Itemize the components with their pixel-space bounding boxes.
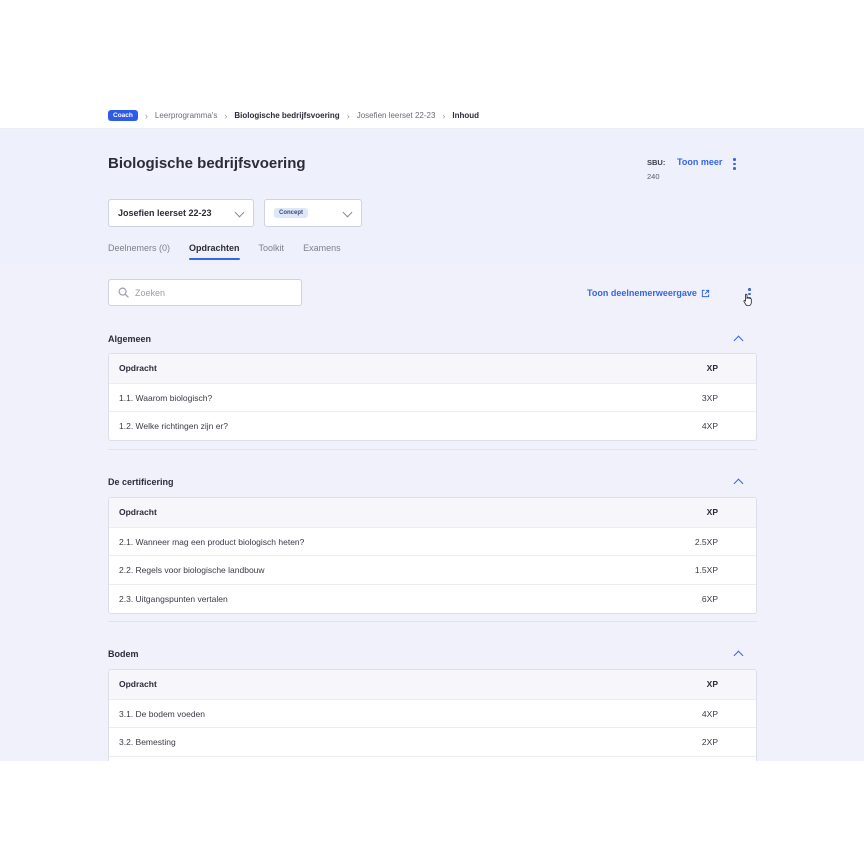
chevron-up-icon[interactable] — [733, 335, 744, 346]
table-row[interactable]: 1.2. Welke richtingen zijn er? 4XP — [109, 411, 756, 440]
tab-examens[interactable]: Examens — [303, 243, 341, 259]
app-frame: Coach › Leerprogramma's › Biologische be… — [0, 103, 864, 761]
section-title-algemeen: Algemeen — [108, 334, 152, 344]
page-header: Biologische bedrijfsvoering SBU: 240 Too… — [0, 129, 864, 265]
set-select[interactable]: Josefien leerset 22-23 — [108, 199, 254, 227]
chevron-right-icon: › — [442, 110, 446, 121]
task-xp: 2XP — [701, 737, 718, 748]
table-header: Opdracht XP — [109, 354, 756, 383]
breadcrumb: Coach › Leerprogramma's › Biologische be… — [0, 103, 864, 129]
task-xp: 3XP — [701, 392, 718, 403]
chevron-right-icon: › — [346, 110, 350, 121]
section-divider — [108, 449, 757, 450]
task-name: 3.1. De bodem voeden — [119, 708, 206, 719]
column-header-task: Opdracht — [119, 363, 157, 374]
task-name: 2.2. Regels voor biologische landbouw — [119, 565, 265, 576]
task-name: 2.1. Wanneer mag een product biologisch … — [119, 536, 305, 547]
search-icon — [118, 287, 129, 298]
role-badge: Coach — [108, 110, 138, 121]
sbu-value: 240 — [647, 172, 660, 181]
toon-deelnemerweergave-label: Toon deelnemerweergave — [587, 288, 697, 298]
task-name: 1.2. Welke richtingen zijn er? — [119, 421, 228, 432]
tasks-table-certificering: Opdracht XP 2.1. Wanneer mag een product… — [108, 497, 757, 614]
task-name: 2.3. Uitgangspunten vertalen — [119, 593, 228, 604]
tasks-table-bodem: Opdracht XP 3.1. De bodem voeden 4XP 3.2… — [108, 669, 757, 761]
breadcrumb-item-leerprogrammas[interactable]: Leerprogramma's — [155, 111, 217, 120]
table-row[interactable] — [109, 756, 756, 761]
sbu-label: SBU: — [647, 158, 666, 167]
chevron-right-icon: › — [224, 110, 228, 121]
task-name: 1.1. Waarom biologisch? — [119, 392, 213, 403]
task-name: 3.2. Bemesting — [119, 737, 176, 748]
chevron-up-icon[interactable] — [733, 650, 744, 661]
section-divider — [108, 621, 757, 622]
set-select-value: Josefien leerset 22-23 — [118, 208, 212, 218]
task-xp: 6XP — [701, 593, 718, 604]
tab-bar: Deelnemers (0) Opdrachten Toolkit Examen… — [108, 243, 341, 260]
table-header: Opdracht XP — [109, 670, 756, 699]
table-row[interactable]: 2.3. Uitgangspunten vertalen 6XP — [109, 584, 756, 613]
tasks-table-algemeen: Opdracht XP 1.1. Waarom biologisch? 3XP … — [108, 353, 757, 442]
chevron-down-icon — [342, 207, 353, 218]
chevron-up-icon[interactable] — [733, 478, 744, 489]
table-row[interactable]: 2.1. Wanneer mag een product biologisch … — [109, 526, 756, 556]
hand-cursor-icon — [743, 293, 752, 306]
breadcrumb-item-program[interactable]: Biologische bedrijfsvoering — [234, 111, 339, 120]
table-header: Opdracht XP — [109, 498, 756, 527]
status-select[interactable]: Concept — [264, 199, 362, 227]
breadcrumb-item-current: Inhoud — [452, 111, 480, 120]
tab-toolkit[interactable]: Toolkit — [259, 243, 285, 259]
column-header-task: Opdracht — [119, 679, 157, 690]
search-box[interactable] — [108, 279, 302, 306]
column-header-xp: XP — [706, 363, 718, 374]
toon-meer-link[interactable]: Toon meer — [677, 157, 722, 167]
toon-deelnemerweergave-link[interactable]: Toon deelnemerweergave — [587, 288, 710, 298]
section-title-bodem: Bodem — [108, 649, 139, 659]
breadcrumb-item-set[interactable]: Josefien leerset 22-23 — [357, 111, 436, 120]
tab-opdrachten[interactable]: Opdrachten — [189, 243, 240, 260]
table-row[interactable]: 3.1. De bodem voeden 4XP — [109, 698, 756, 728]
search-input[interactable] — [135, 287, 285, 298]
column-header-xp: XP — [706, 679, 718, 690]
section-title-certificering: De certificering — [108, 477, 174, 487]
task-xp: 2.5XP — [694, 536, 718, 547]
external-link-icon — [701, 289, 710, 297]
column-header-xp: XP — [706, 507, 718, 518]
table-row[interactable]: 3.2. Bemesting 2XP — [109, 727, 756, 756]
table-row[interactable]: 2.2. Regels voor biologische landbouw 1.… — [109, 555, 756, 584]
chevron-down-icon — [234, 207, 245, 218]
page-title: Biologische bedrijfsvoering — [108, 155, 306, 172]
task-xp: 4XP — [701, 708, 718, 719]
table-row[interactable]: 1.1. Waarom biologisch? 3XP — [109, 382, 756, 412]
task-xp: 4XP — [701, 421, 718, 432]
header-more-icon[interactable] — [733, 158, 736, 170]
task-xp: 1.5XP — [694, 565, 718, 576]
column-header-task: Opdracht — [119, 507, 157, 518]
status-badge: Concept — [274, 208, 308, 218]
tab-deelnemers[interactable]: Deelnemers (0) — [108, 243, 170, 259]
chevron-right-icon: › — [144, 110, 148, 121]
